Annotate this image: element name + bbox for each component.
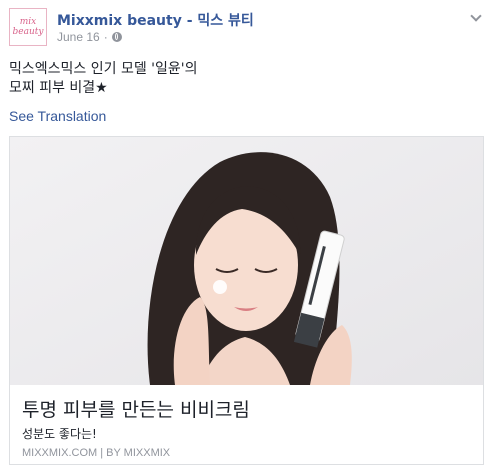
avatar-text-beauty: beauty xyxy=(12,27,44,37)
link-preview-card[interactable]: 투명 피부를 만든는 비비크림 성분도 좋다는! MIXXMIX.COM | B… xyxy=(9,136,484,465)
globe-icon[interactable] xyxy=(111,32,122,42)
page-name-link[interactable]: Mixxmix beauty - 믹스 뷰티 xyxy=(57,10,254,30)
card-source: MIXXMIX.COM | BY MIXXMIX xyxy=(22,447,171,459)
post-date[interactable]: June 16 xyxy=(57,30,100,44)
chevron-down-icon[interactable] xyxy=(469,10,483,24)
post-text-line-1: 믹스엑스믹스 인기 모델 '일윤'의 xyxy=(9,61,198,77)
avatar[interactable]: mix beauty xyxy=(9,8,47,46)
model-photo xyxy=(10,137,483,385)
post-text-line-2: 모찌 피부 비결★ xyxy=(9,80,108,96)
see-translation-link[interactable]: See Translation xyxy=(9,108,106,124)
card-description: 성분도 좋다는! xyxy=(22,427,97,441)
post-text: 믹스엑스믹스 인기 모델 '일윤'의 모찌 피부 비결★ xyxy=(9,60,198,98)
meta-separator: · xyxy=(103,30,108,44)
avatar-text-mix: mix xyxy=(19,17,37,27)
post-meta: June 16 · xyxy=(57,30,122,44)
post-header: mix beauty Mixxmix beauty - 믹스 뷰티 June 1… xyxy=(9,8,483,50)
card-title[interactable]: 투명 피부를 만든는 비비크림 xyxy=(22,395,250,422)
card-image[interactable] xyxy=(10,137,483,385)
